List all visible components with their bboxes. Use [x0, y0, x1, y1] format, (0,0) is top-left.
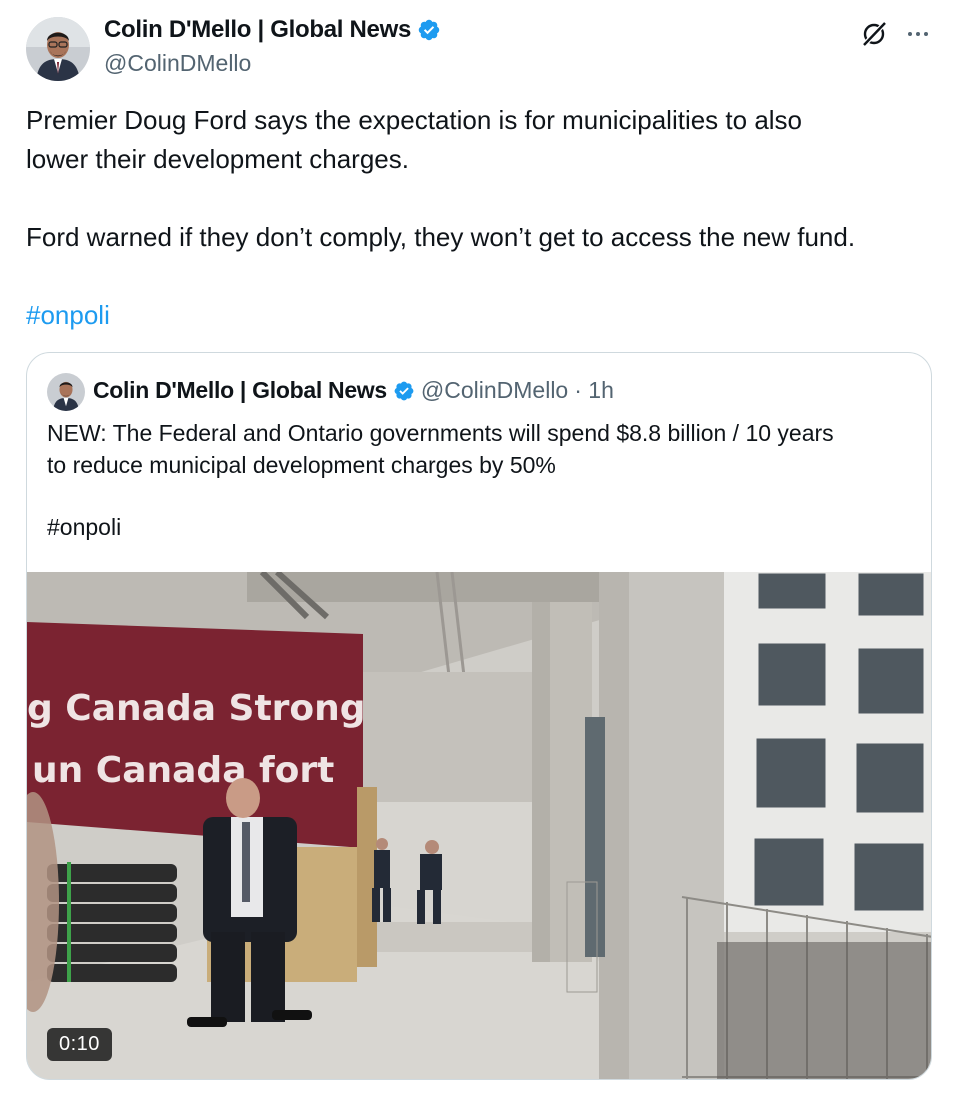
tweet-text-line: Premier Doug Ford says the expectation i…	[26, 105, 803, 135]
banner-text-line-1: g Canada Strong	[27, 688, 366, 729]
banner-text-line-2: un Canada fort	[32, 750, 334, 791]
author-handle[interactable]: @ColinDMello	[104, 50, 251, 77]
grok-icon[interactable]	[860, 20, 888, 48]
hashtag-link[interactable]: #onpoli	[26, 300, 110, 330]
quoted-hashtag: #onpoli	[47, 514, 122, 540]
quoted-timestamp: · 1h	[574, 377, 614, 403]
quoted-author-handle: @ColinDMello	[420, 377, 569, 403]
video-thumbnail: g Canada Strong un Canada fort	[27, 572, 931, 1079]
verified-badge-icon	[418, 19, 440, 41]
more-icon[interactable]	[903, 19, 933, 49]
video-player[interactable]: g Canada Strong un Canada fort 0:10	[27, 572, 931, 1079]
quoted-author-avatar[interactable]	[47, 373, 85, 411]
quoted-text-line: to reduce municipal development charges …	[47, 452, 556, 478]
quoted-tweet-card[interactable]: Colin D'Mello | Global News @ColinDMello…	[26, 352, 932, 1080]
video-duration-badge: 0:10	[47, 1028, 112, 1061]
author-name-row: Colin D'Mello | Global News	[104, 16, 441, 44]
quoted-tweet-text: NEW: The Federal and Ontario governments…	[47, 417, 917, 543]
quoted-author-row: Colin D'Mello | Global News @ColinDMello…	[93, 377, 614, 404]
author-display-name[interactable]: Colin D'Mello | Global News	[104, 16, 411, 44]
quoted-author-name: Colin D'Mello | Global News	[93, 377, 387, 403]
tweet-text: Premier Doug Ford says the expectation i…	[26, 101, 926, 335]
author-avatar[interactable]	[26, 17, 90, 81]
verified-badge-icon	[394, 381, 414, 400]
tweet-text-line: Ford warned if they don’t comply, they w…	[26, 222, 856, 252]
tweet-text-line: lower their development charges.	[26, 144, 409, 174]
quoted-text-line: NEW: The Federal and Ontario governments…	[47, 420, 834, 446]
